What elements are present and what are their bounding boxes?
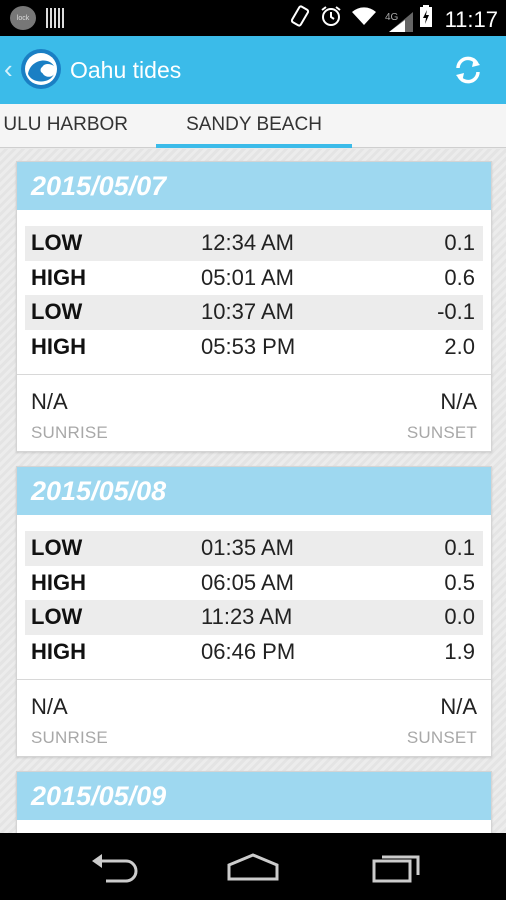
tide-height: 2.0 xyxy=(444,333,475,359)
tide-time: 05:01 AM xyxy=(201,264,294,290)
tide-type: LOW xyxy=(31,230,83,256)
tide-row: HIGH 05:01 AM 0.6 xyxy=(25,261,483,296)
tide-row: HIGH 06:46 PM 1.9 xyxy=(25,635,483,670)
tide-type: HIGH xyxy=(31,638,86,664)
lock-icon: lock xyxy=(10,6,36,30)
tide-height: -0.1 xyxy=(437,299,475,325)
tide-time: 11:23 AM xyxy=(201,604,293,630)
tab-label: SANDY BEACH xyxy=(186,114,322,135)
tide-height: 0.1 xyxy=(444,535,475,561)
day-card: 2015/05/07 LOW 12:34 AM 0.1 HIGH 05:01 A… xyxy=(16,161,492,452)
home-icon xyxy=(227,853,279,881)
sun-times: N/A SUNRISE N/A SUNSET xyxy=(17,680,491,756)
tide-row: LOW 11:23 AM 0.0 xyxy=(25,600,483,635)
tide-time: 12:34 AM xyxy=(201,230,294,256)
system-nav-bar xyxy=(0,833,506,900)
tab-sandy-beach[interactable]: SANDY BEACH xyxy=(156,104,352,148)
home-button[interactable] xyxy=(225,851,281,883)
sunrise-value: N/A xyxy=(31,694,68,719)
tab-honolulu-harbor[interactable]: ULU HARBOR xyxy=(0,104,140,148)
alarm-icon xyxy=(319,4,343,35)
sunrise-label: SUNRISE xyxy=(31,423,108,442)
day-card: 2015/05/09 xyxy=(16,771,492,833)
back-arrow-icon xyxy=(92,854,138,883)
tide-row: LOW 12:34 AM 0.1 xyxy=(25,226,483,261)
tide-table: LOW 01:35 AM 0.1 HIGH 06:05 AM 0.5 LOW 1… xyxy=(25,531,483,669)
tide-time: 06:46 PM xyxy=(201,638,296,664)
tide-day-list[interactable]: 2015/05/07 LOW 12:34 AM 0.1 HIGH 05:01 A… xyxy=(0,149,506,833)
tab-label: ULU HARBOR xyxy=(3,114,128,135)
app-title: Oahu tides xyxy=(70,57,182,83)
refresh-icon xyxy=(456,56,480,84)
tide-row: HIGH 06:05 AM 0.5 xyxy=(25,566,483,601)
tide-row: LOW 01:35 AM 0.1 xyxy=(25,531,483,566)
battery-icon xyxy=(419,4,433,35)
clock-time: 11:17 xyxy=(444,6,498,32)
sunset-value: N/A xyxy=(440,694,477,719)
location-tabs: ULU HARBOR SANDY BEACH xyxy=(0,104,506,148)
rotation-icon xyxy=(289,4,311,35)
tide-row: LOW 10:37 AM -0.1 xyxy=(25,295,483,330)
recent-apps-button[interactable] xyxy=(368,851,424,883)
tide-time: 05:53 PM xyxy=(201,333,296,359)
back-chevron-icon[interactable]: ‹ xyxy=(4,54,13,84)
sunrise-value: N/A xyxy=(31,389,68,414)
barcode-icon xyxy=(46,8,64,28)
day-card-header: 2015/05/09 xyxy=(17,772,491,820)
tide-time: 06:05 AM xyxy=(201,569,294,595)
sun-times: N/A SUNRISE N/A SUNSET xyxy=(17,375,491,451)
tide-height: 0.0 xyxy=(444,604,475,630)
action-bar: ‹ Oahu tides xyxy=(0,36,506,104)
tide-height: 0.6 xyxy=(444,264,475,290)
tide-type: HIGH xyxy=(31,569,86,595)
recent-apps-icon xyxy=(372,855,420,883)
tide-height: 0.5 xyxy=(444,569,475,595)
sunset-value: N/A xyxy=(440,389,477,414)
tide-height: 0.1 xyxy=(444,230,475,256)
sunset-label: SUNSET xyxy=(406,728,477,747)
tide-type: LOW xyxy=(31,535,83,561)
day-card-header: 2015/05/08 xyxy=(17,467,491,515)
tide-time: 01:35 AM xyxy=(201,535,294,561)
sunset-label: SUNSET xyxy=(406,423,477,442)
tide-time: 10:37 AM xyxy=(201,299,294,325)
wave-logo-icon[interactable] xyxy=(20,48,62,90)
tide-row: HIGH 05:53 PM 2.0 xyxy=(25,330,483,365)
tide-type: HIGH xyxy=(31,333,86,359)
wifi-icon xyxy=(351,5,377,34)
tide-type: HIGH xyxy=(31,264,86,290)
sunrise-label: SUNRISE xyxy=(31,728,108,747)
tide-type: LOW xyxy=(31,604,83,630)
day-card-header: 2015/05/07 xyxy=(17,162,491,210)
refresh-button[interactable] xyxy=(450,52,486,88)
status-bar: lock 4G 11:17 xyxy=(0,0,506,36)
back-button[interactable] xyxy=(86,851,142,883)
network-type-label: 4G xyxy=(385,12,399,23)
day-date: 2015/05/09 xyxy=(31,781,167,811)
tide-table: LOW 12:34 AM 0.1 HIGH 05:01 AM 0.6 LOW 1… xyxy=(25,226,483,364)
day-card: 2015/05/08 LOW 01:35 AM 0.1 HIGH 06:05 A… xyxy=(16,466,492,757)
tide-type: LOW xyxy=(31,299,83,325)
cell-signal-icon: 4G xyxy=(385,10,413,32)
day-date: 2015/05/08 xyxy=(31,476,167,506)
day-date: 2015/05/07 xyxy=(31,171,167,201)
tide-height: 1.9 xyxy=(444,638,475,664)
